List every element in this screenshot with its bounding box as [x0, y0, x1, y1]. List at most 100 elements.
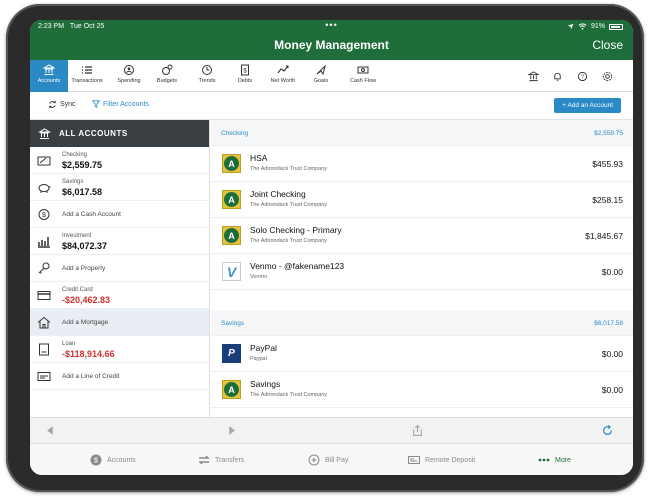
- close-button[interactable]: Close: [592, 38, 623, 52]
- sidebar-item-loan[interactable]: Loan -$118,914.66: [30, 336, 209, 363]
- account-balance: $0.00: [601, 385, 623, 395]
- logo-letter: A: [224, 228, 239, 243]
- venmo-logo-icon: V: [222, 262, 241, 281]
- svg-text:$: $: [42, 212, 46, 219]
- spending-icon: [124, 65, 134, 75]
- tab-accounts[interactable]: Accounts: [30, 60, 68, 92]
- filter-icon: [92, 100, 100, 108]
- adirondack-logo-icon: A: [222, 380, 241, 399]
- nav-label: More: [555, 456, 571, 464]
- sidebar-item-add-property[interactable]: Add a Property: [30, 255, 209, 282]
- tab-trends[interactable]: Trends: [188, 60, 226, 92]
- sidebar-item-investment[interactable]: Investment $84,072.37: [30, 228, 209, 255]
- sidebar-item-credit-card[interactable]: Credit Card -$20,462.83: [30, 282, 209, 309]
- all-accounts-label: ALL ACCOUNTS: [59, 129, 128, 138]
- nav-remote-deposit[interactable]: Remote Deposit: [408, 454, 475, 466]
- sidebar-item-label: Add a Mortgage: [62, 319, 109, 326]
- sidebar-item-label: Add a Property: [62, 265, 106, 272]
- sidebar-item-checking[interactable]: Checking $2,559.75: [30, 147, 209, 174]
- account-balance: $258.15: [592, 195, 623, 205]
- gear-icon[interactable]: [602, 71, 613, 82]
- all-accounts-header[interactable]: ALL ACCOUNTS: [30, 120, 209, 147]
- bank-icon: [38, 127, 51, 139]
- piggy-bank-icon: [38, 184, 51, 193]
- share-icon[interactable]: [412, 425, 423, 436]
- nav-more[interactable]: More: [538, 454, 571, 466]
- help-icon[interactable]: ?: [577, 71, 588, 82]
- section-total: $2,559.75: [594, 130, 623, 137]
- institution-icon[interactable]: [528, 71, 539, 82]
- bell-icon[interactable]: [552, 71, 563, 82]
- tab-label: Transactions: [71, 78, 103, 84]
- battery-icon: [609, 23, 623, 30]
- sync-label: Sync: [60, 101, 76, 108]
- sidebar-item-add-line-of-credit[interactable]: Add a Line of Credit: [30, 363, 209, 390]
- nav-label: Bill Pay: [325, 456, 349, 464]
- tab-cash-flow[interactable]: Cash Flow: [340, 60, 386, 92]
- account-balance: $1,845.67: [585, 231, 623, 241]
- sidebar-item-category: Loan: [62, 341, 76, 347]
- filter-label: Filter Accounts: [103, 100, 149, 108]
- sync-button[interactable]: Sync: [48, 100, 76, 109]
- navigation-toolbar: [30, 417, 633, 443]
- back-arrow-icon[interactable]: [45, 425, 56, 436]
- svg-text:?: ?: [581, 75, 584, 81]
- account-balance: $0.00: [601, 267, 623, 277]
- tab-net-worth[interactable]: Net Worth: [264, 60, 302, 92]
- page-title: Money Management: [274, 38, 389, 52]
- tab-label: Budgets: [156, 78, 178, 84]
- nav-accounts[interactable]: $ Accounts: [90, 454, 136, 466]
- tab-debts[interactable]: $ Debts: [226, 60, 264, 92]
- location-icon: [567, 23, 574, 30]
- account-row[interactable]: V Venmo - @fakename123 Venmo $0.00: [211, 254, 633, 290]
- wifi-icon: [578, 23, 587, 30]
- account-list: Checking $2,559.75 A HSA The Adirondack …: [211, 120, 633, 417]
- account-row[interactable]: P PayPal Paypal $0.00: [211, 336, 633, 372]
- status-indicators: 91%: [567, 23, 623, 30]
- dollar-icon: $: [90, 454, 102, 466]
- account-institution: The Adirondack Trust Company: [250, 392, 328, 398]
- goals-icon: [316, 64, 326, 76]
- refresh-icon[interactable]: [602, 425, 613, 436]
- bank-icon: [43, 64, 55, 75]
- sidebar-item-amount: $6,017.58: [62, 187, 103, 197]
- credit-card-icon: [37, 291, 51, 300]
- tab-spending[interactable]: Spending: [110, 60, 148, 92]
- sidebar-item-category: Credit Card: [62, 287, 93, 293]
- checkbook-icon: [37, 156, 51, 166]
- tab-budgets[interactable]: Budgets: [148, 60, 186, 92]
- sidebar-item-savings[interactable]: Savings $6,017.58: [30, 174, 209, 201]
- bottom-navigation: $ Accounts Transfers Bill Pay Remote Dep…: [30, 443, 633, 475]
- tab-transactions[interactable]: Transactions: [68, 60, 106, 92]
- account-row[interactable]: A Joint Checking The Adirondack Trust Co…: [211, 182, 633, 218]
- filter-accounts-button[interactable]: Filter Accounts: [92, 100, 149, 108]
- adirondack-logo-icon: A: [222, 226, 241, 245]
- cashflow-icon: [357, 66, 369, 74]
- multitask-dots-icon[interactable]: •••: [30, 20, 633, 30]
- accounts-sidebar: ALL ACCOUNTS Checking $2,559.75 Savings …: [30, 120, 210, 417]
- sidebar-item-add-mortgage[interactable]: Add a Mortgage: [30, 309, 209, 336]
- add-account-button[interactable]: + Add an Account: [554, 98, 621, 113]
- loan-document-icon: [39, 343, 49, 356]
- account-row[interactable]: A Solo Checking - Primary The Adirondack…: [211, 218, 633, 254]
- tab-goals[interactable]: Goals: [302, 60, 340, 92]
- nav-transfers[interactable]: Transfers: [198, 454, 244, 466]
- sidebar-item-add-cash-account[interactable]: $ Add a Cash Account: [30, 201, 209, 228]
- logo-letter: V: [226, 263, 237, 280]
- sidebar-item-category: Checking: [62, 152, 88, 158]
- account-row[interactable]: A Savings The Adirondack Trust Company $…: [211, 372, 633, 408]
- app-header: 2:23 PM Tue Oct 25 ••• 91% Money Managem…: [30, 20, 633, 60]
- tab-bar: Accounts Transactions Spending Budgets T…: [30, 60, 633, 92]
- bill-pay-icon: [308, 454, 320, 466]
- adirondack-logo-icon: A: [222, 154, 241, 173]
- nav-bill-pay[interactable]: Bill Pay: [308, 454, 348, 466]
- account-institution: The Adirondack Trust Company: [250, 238, 328, 244]
- line-of-credit-icon: [37, 372, 51, 381]
- account-name: Joint Checking: [250, 189, 306, 199]
- account-row[interactable]: A HSA The Adirondack Trust Company $455.…: [211, 146, 633, 182]
- networth-icon: [277, 65, 289, 74]
- account-balance: $0.00: [601, 349, 623, 359]
- forward-arrow-icon[interactable]: [226, 425, 237, 436]
- budgets-icon: [162, 64, 173, 75]
- svg-text:$: $: [243, 69, 247, 75]
